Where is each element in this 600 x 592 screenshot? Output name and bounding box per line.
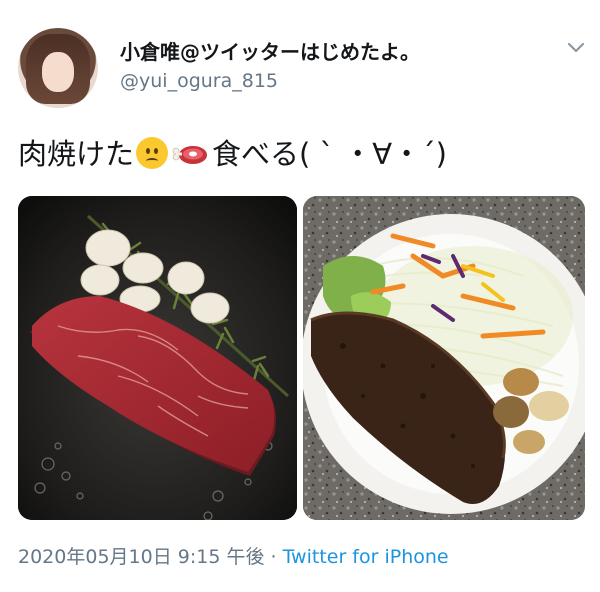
tweet-card[interactable]: 小倉唯@ツイッターはじめたよ。 @yui_ogura_815 肉焼けた 食べる(…	[0, 0, 600, 592]
tweet-timestamp: 2020年05月10日 9:15 午後 · Twitter for iPhone	[18, 542, 449, 569]
timestamp-text[interactable]: 2020年05月10日 9:15 午後	[18, 546, 264, 568]
display-name[interactable]: 小倉唯@ツイッターはじめたよ。	[120, 36, 420, 65]
user-handle[interactable]: @yui_ogura_815	[120, 70, 278, 92]
avatar[interactable]	[18, 28, 98, 108]
chevron-down-icon[interactable]	[566, 40, 586, 56]
tweet-text: 肉焼けた 食べる( ` ・∀・´)	[18, 134, 447, 174]
tweet-text-part-2: 食べる( ` ・∀・´)	[212, 137, 447, 171]
meat-icon	[172, 146, 208, 164]
steak-with-salad-plate-photo[interactable]	[303, 196, 585, 520]
tweet-text-part-1: 肉焼けた	[18, 137, 135, 171]
source-link[interactable]: Twitter for iPhone	[283, 546, 449, 568]
steak-in-pan-photo[interactable]	[18, 196, 297, 520]
timestamp-separator: ·	[264, 546, 283, 568]
frowning-face-icon	[136, 137, 169, 169]
